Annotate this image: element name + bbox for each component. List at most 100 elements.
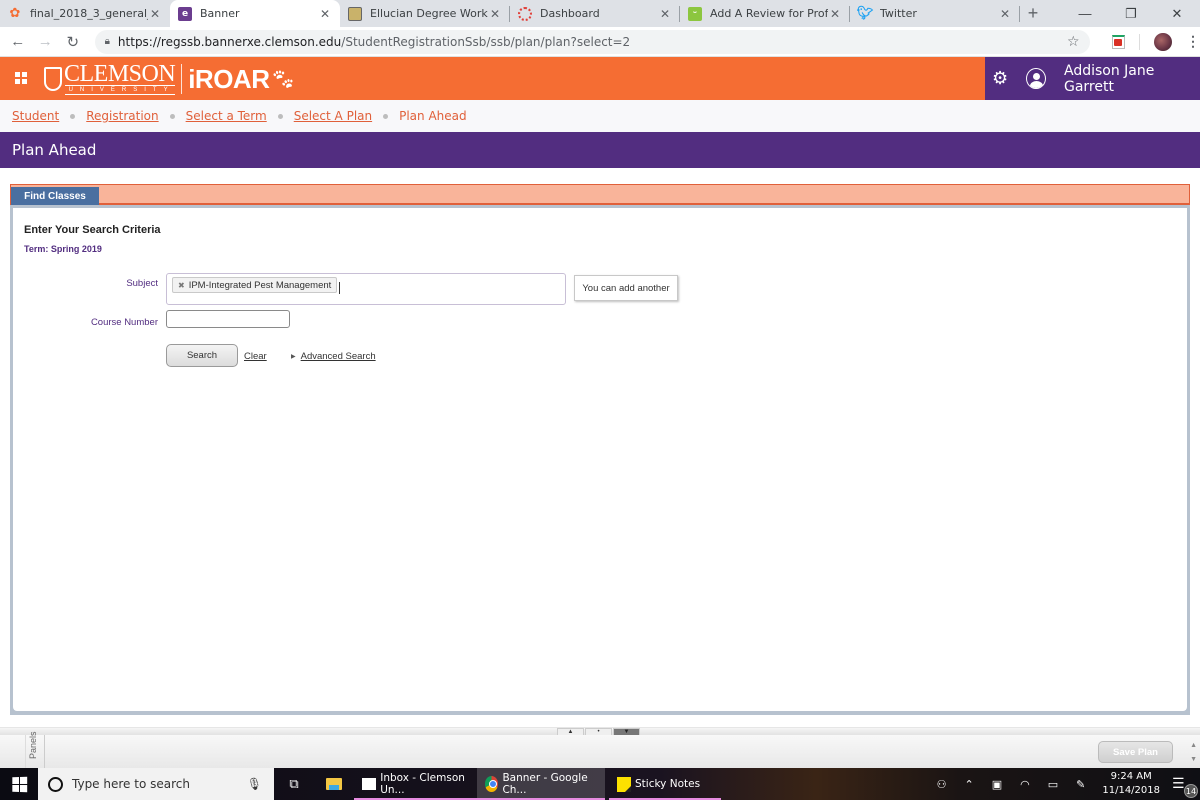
breadcrumb-student[interactable]: Student	[12, 109, 59, 123]
display-icon[interactable]: ▣	[992, 778, 1002, 791]
tab-close-icon[interactable]: ✕	[828, 7, 842, 21]
breadcrumb-separator	[383, 113, 389, 119]
forward-button[interactable]: →	[32, 33, 60, 50]
logo-clemson-text: CLEMSON	[64, 61, 176, 87]
panel-scrollbar[interactable]: ▲ ▼	[1190, 739, 1197, 767]
battery-icon[interactable]: ▭	[1048, 778, 1058, 791]
extension-icon[interactable]	[1111, 34, 1126, 49]
tab-find-classes[interactable]: Find Classes	[11, 187, 99, 210]
user-avatar-icon[interactable]	[1026, 68, 1046, 89]
breadcrumb-registration[interactable]: Registration	[86, 109, 158, 123]
user-area: ⚙ Addison Jane Garrett	[985, 57, 1200, 100]
panel-tab-bar: Find Classes	[10, 184, 1190, 210]
search-criteria-heading: Enter Your Search Criteria	[24, 224, 161, 236]
address-bar[interactable]: 🔒︎ https://regssb.bannerxe.clemson.edu/S…	[94, 29, 1090, 54]
ellucian-e-icon: e	[178, 6, 192, 21]
taskbar-app-label: Inbox - Clemson Un...	[380, 772, 465, 796]
panels-toggle[interactable]: Panels	[25, 731, 45, 768]
gear-icon[interactable]: ⚙	[992, 68, 1008, 89]
expand-triangle-icon: ▶	[291, 354, 296, 360]
clemson-iroar-logo[interactable]: CLEMSON UNIVERSITY iROAR 🐾︎	[44, 62, 296, 96]
browser-tab[interactable]: 🐦︎ Twitter ✕	[850, 0, 1020, 27]
page-title: Plan Ahead	[0, 132, 1200, 168]
file-explorer-icon[interactable]	[314, 768, 354, 800]
advanced-search-link[interactable]: ▶ Advanced Search	[291, 351, 376, 362]
browser-menu-icon[interactable]: ⋮	[1186, 33, 1200, 50]
canvas-icon	[518, 6, 532, 21]
search-button[interactable]: Search	[166, 344, 238, 367]
panel-splitter[interactable]: ▲ • ▼	[0, 727, 1200, 736]
tab-title: Twitter	[880, 7, 917, 20]
profile-avatar[interactable]	[1154, 32, 1173, 51]
logo-university-text: UNIVERSITY	[64, 85, 175, 95]
panels-label: Panels	[28, 731, 38, 759]
tiger-shield-icon	[44, 67, 62, 91]
breadcrumb: Student Registration Select a Term Selec…	[0, 100, 1200, 132]
task-view-icon[interactable]: ⧉	[274, 768, 314, 800]
restore-button[interactable]: ❐	[1108, 0, 1154, 27]
new-tab-button[interactable]: +	[1020, 0, 1046, 27]
start-button[interactable]	[0, 768, 38, 800]
remove-chip-icon[interactable]: ✖	[178, 281, 185, 290]
save-plan-button[interactable]: Save Plan	[1098, 741, 1173, 763]
mail-icon	[362, 778, 377, 790]
reload-button[interactable]: ↻	[59, 33, 87, 51]
taskbar-app-sticky-notes[interactable]: Sticky Notes	[609, 768, 721, 800]
browser-tab-active[interactable]: e Banner ✕	[170, 0, 340, 27]
browser-tab[interactable]: Ellucian Degree Works - Cle ✕	[340, 0, 510, 27]
twitter-icon: 🐦︎	[856, 6, 874, 21]
subject-label: Subject	[126, 278, 158, 289]
microphone-icon[interactable]: 🎙︎	[247, 777, 262, 791]
course-number-input[interactable]	[166, 310, 290, 328]
toolbar-divider	[1139, 33, 1141, 50]
course-number-label: Course Number	[90, 317, 158, 328]
bottom-panels-bar: Panels Save Plan ▲ ▼	[0, 731, 1200, 768]
degree-works-icon	[348, 6, 362, 21]
breadcrumb-select-term[interactable]: Select a Term	[186, 109, 267, 123]
subject-chip: ✖ IPM-Integrated Pest Management	[172, 277, 338, 293]
text-cursor	[339, 282, 340, 294]
back-button[interactable]: ←	[4, 33, 32, 50]
browser-tab[interactable]: ᵕ Add A Review for Professor ✕	[680, 0, 850, 27]
bookmark-star-icon[interactable]: ☆	[1067, 34, 1080, 50]
clock[interactable]: 9:24 AM 11/14/2018	[1102, 770, 1160, 798]
clock-time: 9:24 AM	[1110, 771, 1152, 782]
tab-close-icon[interactable]: ✕	[658, 7, 672, 21]
show-hidden-icons-chevron-icon[interactable]: ⌃	[965, 778, 974, 791]
subject-hint-tooltip: You can add another	[574, 275, 678, 301]
logo-divider	[181, 64, 183, 94]
clock-date: 11/14/2018	[1102, 785, 1160, 796]
url-host: https://regssb.bannerxe.clemson.edu	[117, 34, 342, 49]
subject-input[interactable]: ✖ IPM-Integrated Pest Management	[166, 273, 566, 305]
term-label: Term: Spring 2019	[24, 244, 102, 254]
tab-close-icon[interactable]: ✕	[318, 7, 332, 21]
pen-icon[interactable]: ✎	[1076, 778, 1085, 791]
clear-link[interactable]: Clear	[244, 351, 267, 362]
tab-close-icon[interactable]: ✕	[148, 7, 162, 21]
close-window-button[interactable]: ✕	[1154, 0, 1200, 27]
breadcrumb-separator	[70, 113, 76, 119]
action-center-icon[interactable]: ☰ 14	[1172, 776, 1198, 798]
url-path: /StudentRegistrationSsb/ssb/plan/plan?se…	[341, 34, 631, 49]
taskbar-app-chrome[interactable]: Banner - Google Ch...	[477, 768, 605, 800]
search-panel: Enter Your Search Criteria Term: Spring …	[10, 205, 1190, 715]
minimize-button[interactable]: —	[1062, 0, 1108, 27]
people-icon[interactable]: ⚇	[937, 778, 947, 791]
tab-close-icon[interactable]: ✕	[998, 7, 1012, 21]
taskbar-app-mail[interactable]: Inbox - Clemson Un...	[354, 768, 477, 800]
breadcrumb-select-plan[interactable]: Select A Plan	[294, 109, 372, 123]
browser-tab[interactable]: ✿ final_2018_3_general_educa ✕	[0, 0, 170, 27]
app-header: CLEMSON UNIVERSITY iROAR 🐾︎ ⚙ Addison Ja…	[0, 57, 1200, 100]
tab-close-icon[interactable]: ✕	[488, 7, 502, 21]
tab-title: Banner	[200, 7, 240, 20]
wifi-icon[interactable]: ◠	[1020, 778, 1030, 791]
taskbar-search-placeholder: Type here to search	[72, 777, 190, 791]
app-menu-grid-icon[interactable]	[15, 72, 27, 84]
clemson-paw-icon: ✿	[9, 6, 21, 21]
taskbar-search[interactable]: Type here to search 🎙︎	[38, 768, 274, 800]
user-name[interactable]: Addison Jane Garrett	[1064, 63, 1200, 95]
app-name: iROAR	[188, 63, 270, 94]
breadcrumb-current: Plan Ahead	[399, 109, 467, 123]
browser-tab[interactable]: Dashboard ✕	[510, 0, 680, 27]
taskbar-app-label: Sticky Notes	[635, 778, 701, 790]
